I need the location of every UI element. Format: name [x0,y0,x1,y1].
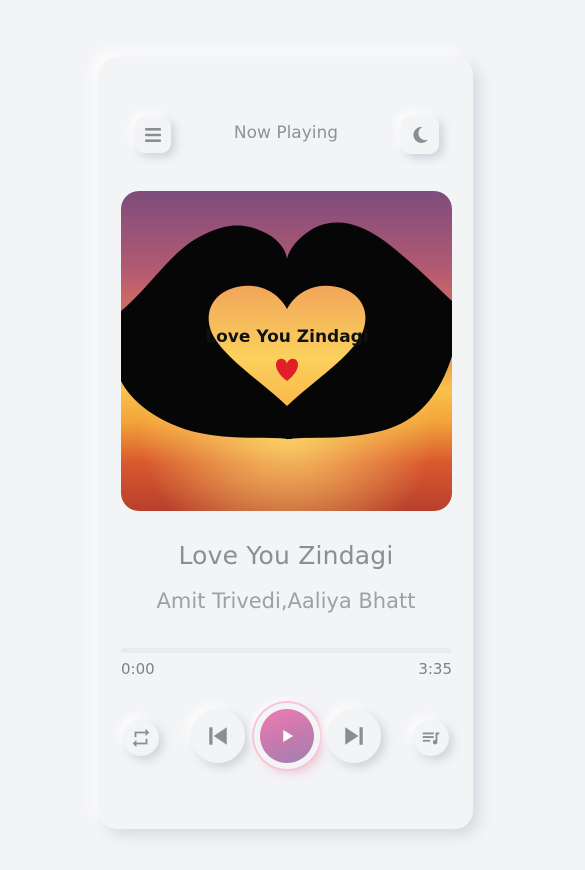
skip-next-icon [345,727,363,745]
repeat-button[interactable] [123,720,159,756]
playlist-button[interactable] [413,720,449,756]
next-button[interactable] [327,709,381,763]
artist-name: Amit Trivedi,Aaliya Bhatt [156,589,416,613]
song-title: Love You Zindagi [178,541,394,570]
play-button[interactable] [254,703,320,769]
play-icon [283,730,293,742]
previous-button[interactable] [191,709,245,763]
moon-icon [413,126,428,143]
progress-bar[interactable] [121,648,452,653]
play-button-core [260,709,314,763]
album-caption: Love You Zindagi [205,327,368,347]
playlist-icon [422,732,440,745]
theme-toggle-button[interactable] [401,116,439,154]
skip-previous-icon [209,727,227,745]
album-art: Love You Zindagi [121,191,452,511]
repeat-icon [132,728,150,748]
duration-time: 3:35 [418,660,452,678]
current-time: 0:00 [121,660,155,678]
player-card: Now Playing Love You Zindagi Love You Zi… [99,57,473,829]
